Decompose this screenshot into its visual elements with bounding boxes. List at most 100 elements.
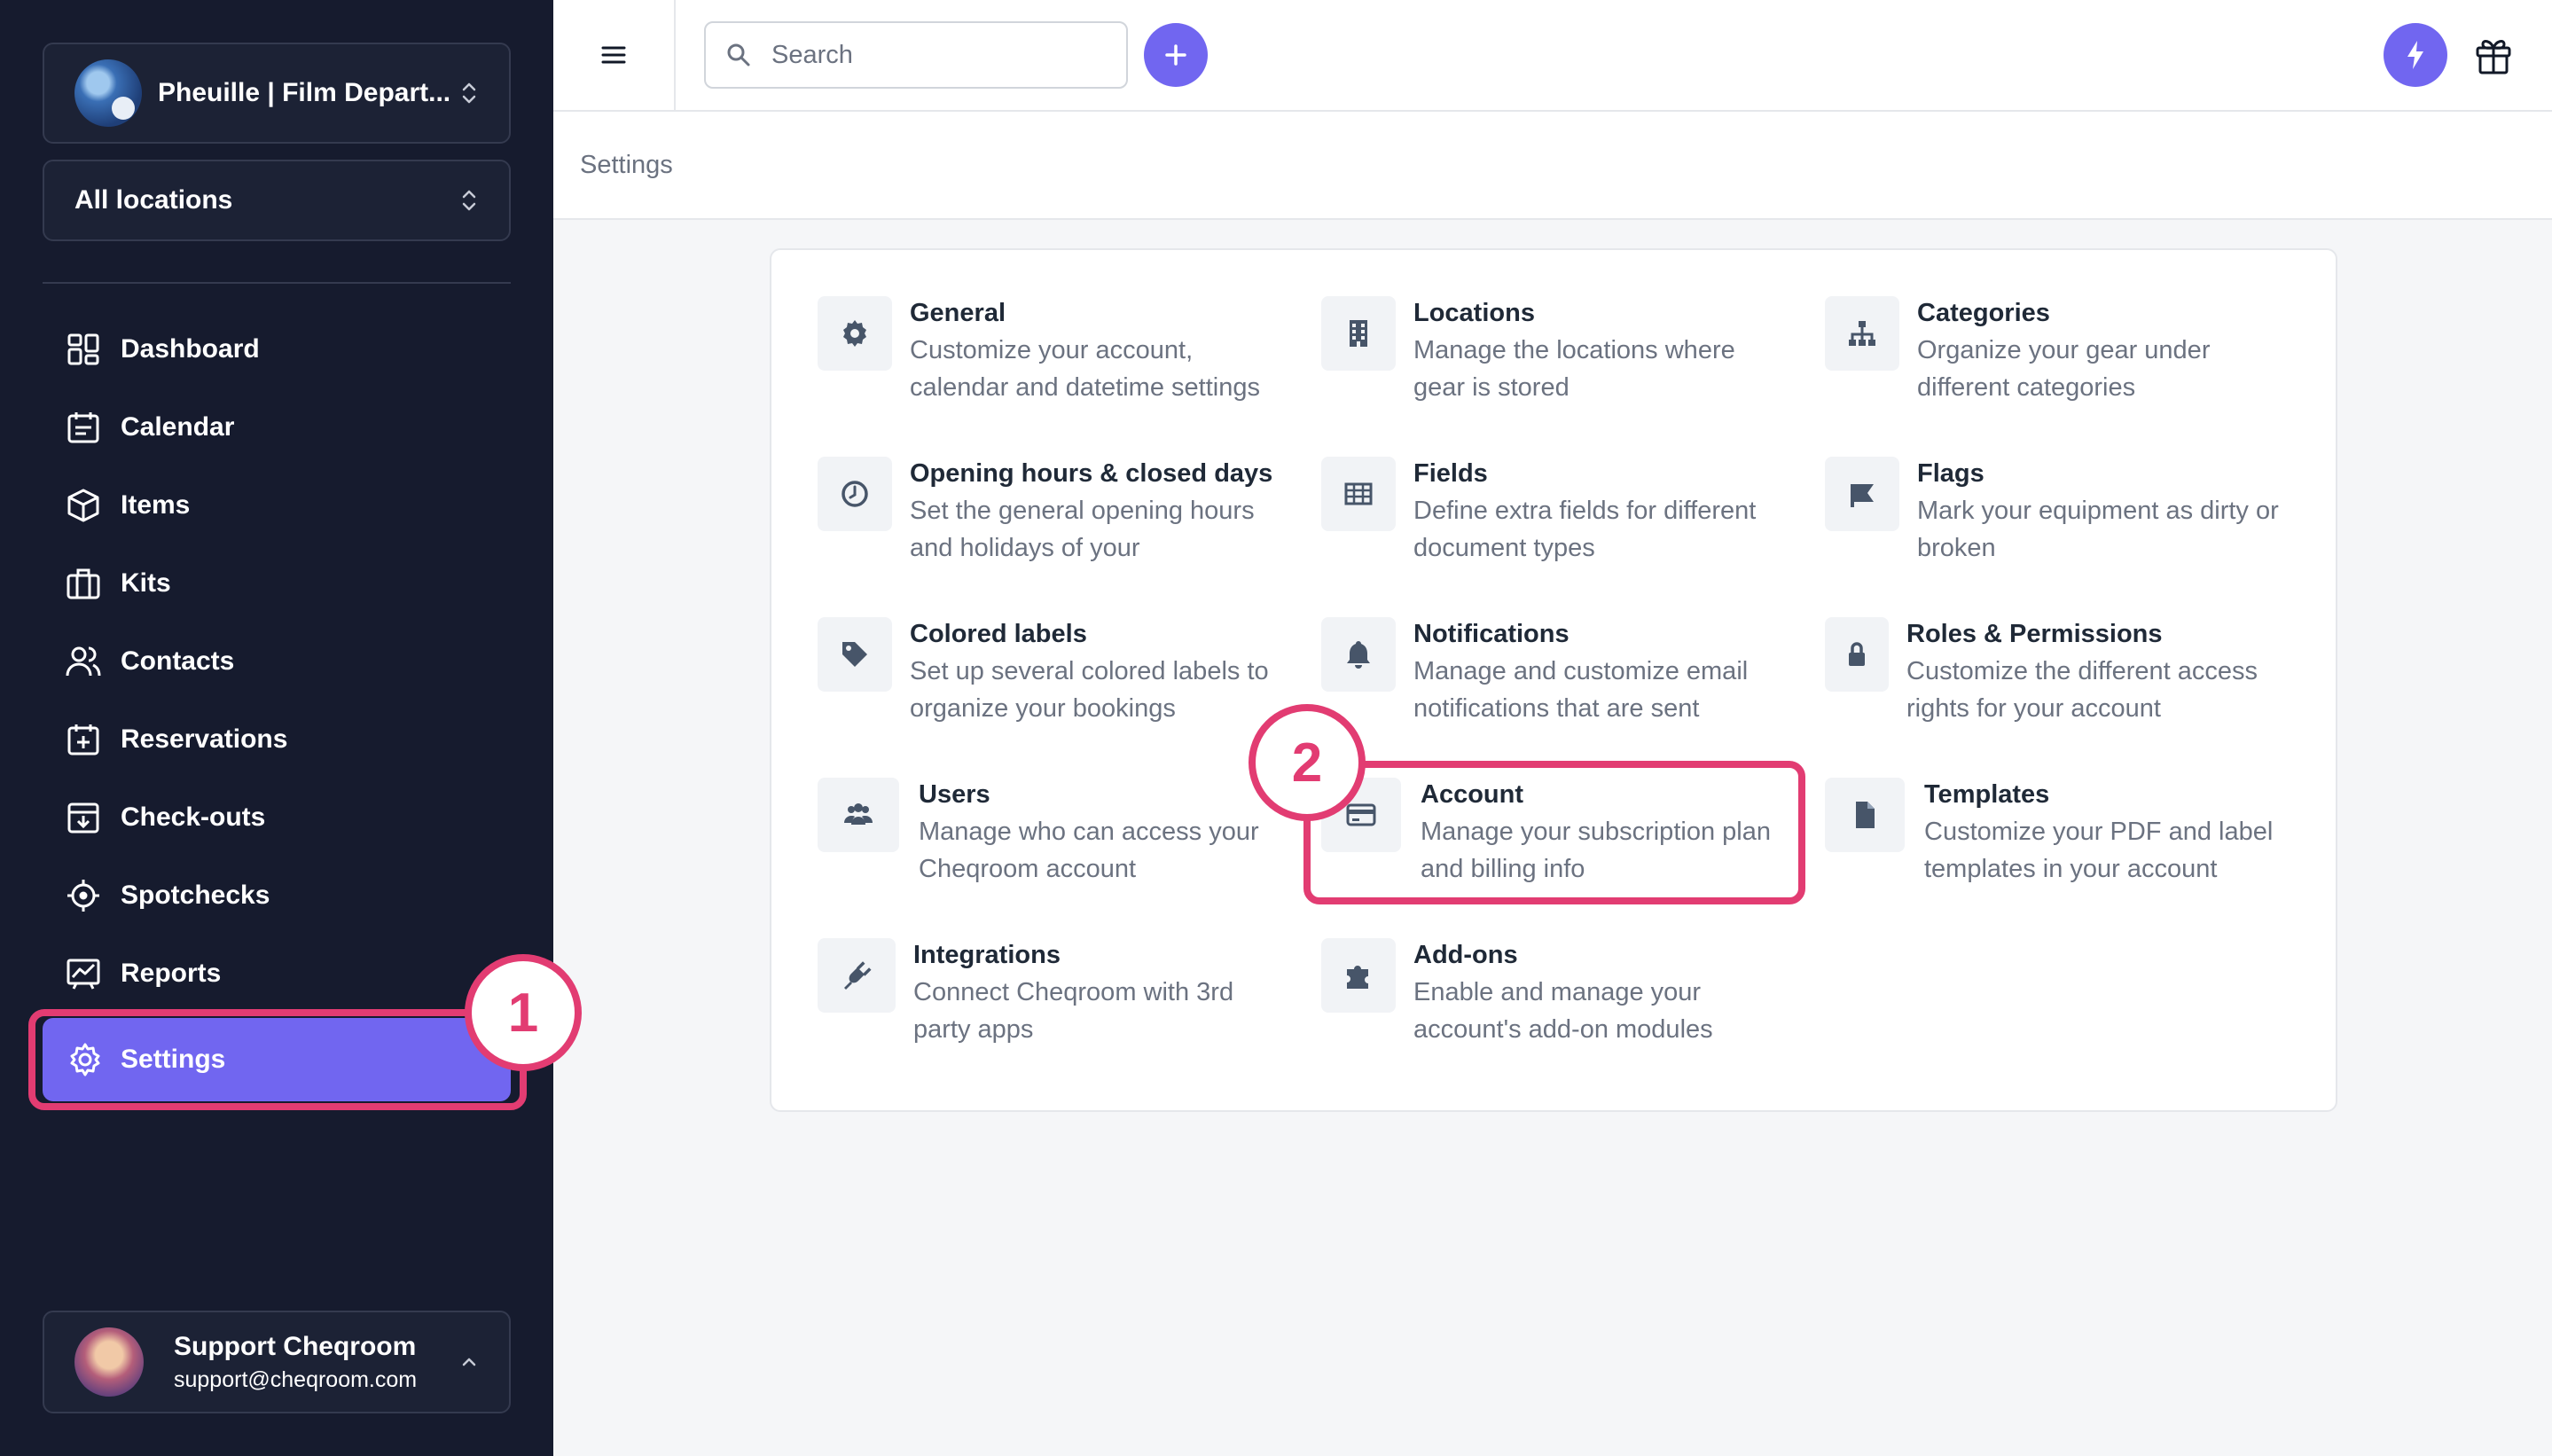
tile-title: General [910, 299, 1006, 327]
location-name: All locations [74, 185, 233, 215]
search-icon [727, 43, 750, 67]
avatar [74, 1327, 144, 1397]
tile-description: Manage the locations where gear is store… [1413, 336, 1735, 402]
sidebar-item-label: Check-outs [121, 802, 266, 832]
tile-description: Set the general opening hours and holida… [910, 497, 1255, 562]
settings-panel: General Customize your account, calendar… [770, 248, 2337, 1112]
hamburger-icon [601, 46, 626, 64]
sidebar-item-kits[interactable]: Kits [43, 544, 511, 622]
document-icon [1825, 778, 1905, 852]
sidebar-item-label: Contacts [121, 646, 235, 676]
tile-title: Flags [1917, 459, 1984, 488]
user-name: Support Cheqroom [174, 1331, 417, 1361]
tile-description: Define extra fields for different docume… [1413, 497, 1757, 562]
settings-tile-colored-labels[interactable]: Colored labels Set up several colored la… [818, 617, 1296, 750]
crosshair-icon [67, 880, 99, 912]
settings-tile-templates[interactable]: Templates Customize your PDF and label t… [1825, 778, 2304, 911]
tile-description: Customize your account, calendar and dat… [910, 336, 1260, 402]
sidebar-item-reports[interactable]: Reports [43, 935, 511, 1013]
tile-description: Organize your gear under different categ… [1917, 336, 2211, 402]
tile-text: Integrations Connect Cheqroom with 3rd p… [913, 938, 1286, 1071]
tile-description: Customize your PDF and label templates i… [1924, 818, 2274, 883]
tile-text: Users Manage who can access your Cheqroo… [919, 778, 1291, 911]
sidebar-item-items[interactable]: Items [43, 466, 511, 544]
quick-actions-button[interactable] [2384, 23, 2447, 87]
user-info: Support Cheqroom support@cheqroom.com [174, 1332, 459, 1393]
sidebar-item-contacts[interactable]: Contacts [43, 622, 511, 701]
plug-icon [818, 938, 896, 1013]
users-icon [818, 778, 899, 852]
box-icon [67, 489, 99, 522]
tile-text: Templates Customize your PDF and label t… [1924, 778, 2297, 911]
sidebar-item-label: Reservations [121, 724, 288, 754]
settings-tile-add-ons[interactable]: Add-ons Enable and manage your account's… [1321, 938, 1800, 1071]
menu-toggle-button[interactable] [553, 0, 676, 110]
settings-tile-opening-hours[interactable]: Opening hours & closed days Set the gene… [818, 457, 1296, 590]
user-profile-menu[interactable]: Support Cheqroom support@cheqroom.com [43, 1311, 511, 1413]
settings-tile-roles-permissions[interactable]: Roles & Permissions Customize the differ… [1825, 617, 2304, 750]
gear-icon [818, 296, 892, 371]
sidebar-item-label: Calendar [121, 412, 235, 442]
step-1-badge: 1 [465, 954, 582, 1071]
sidebar-item-label: Reports [121, 959, 222, 988]
puzzle-icon [1321, 938, 1396, 1013]
sidebar-item-dashboard[interactable]: Dashboard [43, 310, 511, 388]
settings-tile-flags[interactable]: Flags Mark your equipment as dirty or br… [1825, 457, 2304, 590]
tile-title: Roles & Permissions [1906, 620, 2163, 648]
settings-tile-integrations[interactable]: Integrations Connect Cheqroom with 3rd p… [818, 938, 1296, 1071]
top-bar [553, 0, 2552, 112]
tile-title: Users [919, 780, 990, 809]
tile-description: Enable and manage your account's add-on … [1413, 978, 1713, 1044]
tile-title: Categories [1917, 299, 2050, 327]
checkout-icon [67, 802, 99, 834]
sidebar-item-label: Dashboard [121, 334, 260, 364]
tile-title: Integrations [913, 941, 1061, 969]
settings-tile-general[interactable]: General Customize your account, calendar… [818, 296, 1296, 429]
sidebar-divider [43, 282, 511, 284]
tile-text: Add-ons Enable and manage your account's… [1413, 938, 1786, 1071]
organization-name: Pheuille | Film Depart... [158, 78, 451, 107]
flag-icon [1825, 457, 1899, 531]
gift-icon[interactable] [2474, 34, 2513, 76]
search-box[interactable] [704, 21, 1128, 89]
sidebar: Pheuille | Film Depart... All locations … [0, 0, 553, 1456]
sidebar-item-reservations[interactable]: Reservations [43, 701, 511, 779]
tag-icon [818, 617, 892, 692]
add-button[interactable] [1144, 23, 1208, 87]
organization-avatar [74, 59, 142, 127]
tile-title: Notifications [1413, 620, 1570, 648]
tile-text: Locations Manage the locations where gea… [1413, 296, 1786, 429]
organization-selector[interactable]: Pheuille | Film Depart... [43, 43, 511, 144]
tile-title: Add-ons [1413, 941, 1518, 969]
kit-icon [67, 568, 100, 599]
clock-icon [818, 457, 892, 531]
tile-title: Templates [1924, 780, 2050, 809]
sidebar-item-spotchecks[interactable]: Spotchecks [43, 857, 511, 935]
page-header: Settings [553, 112, 2552, 220]
bell-icon [1321, 617, 1396, 692]
lock-icon [1825, 617, 1889, 692]
sidebar-item-calendar[interactable]: Calendar [43, 388, 511, 466]
plus-icon [1165, 44, 1186, 66]
dashboard-icon [67, 333, 99, 365]
settings-tile-users[interactable]: Users Manage who can access your Cheqroo… [818, 778, 1296, 911]
tile-text: General Customize your account, calendar… [910, 296, 1296, 429]
contacts-icon [66, 646, 101, 677]
page-title: Settings [580, 150, 673, 179]
calendar-icon [67, 412, 99, 443]
sidebar-item-label: Kits [121, 568, 171, 598]
search-input[interactable] [771, 40, 1108, 70]
settings-tile-categories[interactable]: Categories Organize your gear under diff… [1825, 296, 2304, 429]
settings-tile-fields[interactable]: Fields Define extra fields for different… [1321, 457, 1800, 590]
settings-tile-locations[interactable]: Locations Manage the locations where gea… [1321, 296, 1800, 429]
tile-title: Locations [1413, 299, 1535, 327]
tile-text: Roles & Permissions Customize the differ… [1906, 617, 2293, 750]
tile-title: Colored labels [910, 620, 1087, 648]
sidebar-item-check-outs[interactable]: Check-outs [43, 779, 511, 857]
settings-tile-notifications[interactable]: Notifications Manage and customize email… [1321, 617, 1800, 750]
tile-text: Colored labels Set up several colored la… [910, 617, 1296, 750]
step-2-highlight [1303, 761, 1805, 904]
tile-description: Connect Cheqroom with 3rd party apps [913, 978, 1234, 1044]
location-selector[interactable]: All locations [43, 160, 511, 241]
tile-title: Fields [1413, 459, 1488, 488]
